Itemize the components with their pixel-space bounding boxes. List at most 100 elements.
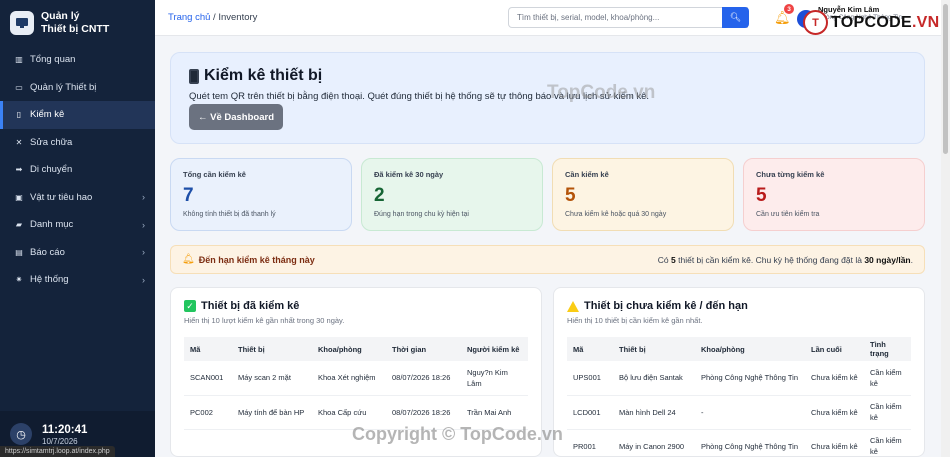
cell-status: Cần kiểm kê — [864, 395, 911, 430]
sidebar-item-di-chuyen[interactable]: ➡ Di chuyển — [0, 156, 155, 184]
breadcrumb-home-link[interactable]: Trang chủ — [168, 12, 210, 23]
card-title-text: Thiết bị chưa kiểm kê / đến hạn — [584, 300, 748, 312]
cell-status: Cần kiểm kê — [864, 429, 911, 456]
clock-icon: ◷ — [10, 423, 32, 445]
wrench-icon: ✕ — [15, 137, 23, 147]
cell-last: Chưa kiểm kê — [805, 361, 864, 396]
cell-code: LCD001 — [567, 395, 613, 430]
card-title: Thiết bị chưa kiểm kê / đến hạn — [567, 300, 911, 312]
sidebar-item-label: Vật tư tiêu hao — [30, 191, 93, 203]
stat-label: Chưa từng kiểm kê — [756, 170, 825, 179]
cell-code: PC002 — [184, 395, 232, 430]
clock-date: 10/7/2026 — [42, 436, 78, 446]
cell-device: Màn hình Dell 24 — [613, 395, 695, 430]
column-header: Khoa/phòng — [312, 337, 386, 361]
stat-note: Không tính thiết bị đã thanh lý — [183, 211, 276, 218]
stat-note: Cần ưu tiên kiểm tra — [756, 211, 820, 218]
sidebar-item-label: Hệ thống — [30, 274, 69, 286]
table-row[interactable]: SCAN001 Máy scan 2 mặt Khoa Xét nghiệm 0… — [184, 361, 528, 396]
breadcrumb-current: Inventory — [218, 12, 258, 23]
scrollbar-thumb[interactable] — [943, 4, 948, 154]
chevron-right-icon: › — [142, 247, 145, 258]
sidebar-item-sua-chua[interactable]: ✕ Sửa chữa — [0, 129, 155, 157]
box-icon: ▣ — [15, 192, 23, 202]
chevron-right-icon: › — [142, 219, 145, 230]
chart-icon: ▥ — [15, 55, 23, 65]
cell-last: Chưa kiểm kê — [805, 395, 864, 430]
stat-note: Đúng hạn trong chu kỳ hiện tại — [374, 211, 469, 218]
stat-value: 7 — [183, 185, 194, 206]
sidebar-item-bao-cao[interactable]: ▤ Báo cáo › — [0, 239, 155, 267]
cell-dept: Khoa Xét nghiệm — [312, 361, 386, 396]
column-header: Khoa/phòng — [695, 337, 805, 361]
column-header: Người kiểm kê — [461, 337, 528, 361]
column-header: Mã — [567, 337, 613, 361]
cell-checker: Nguy?n Kim Lâm — [461, 361, 528, 396]
sidebar-item-he-thong[interactable]: ✷ Hệ thống › — [0, 266, 155, 294]
table-row[interactable]: LCD001 Màn hình Dell 24 - Chưa kiểm kê C… — [567, 395, 911, 430]
alert-msg-part: . — [910, 254, 913, 265]
sidebar-item-label: Quản lý Thiết bị — [30, 81, 97, 93]
cell-dept: - — [695, 395, 805, 430]
watermark-logo-text-b: .VN — [911, 13, 940, 31]
stat-value: 5 — [756, 185, 767, 206]
cell-device: Bộ lưu điện Santak — [613, 361, 695, 396]
back-to-dashboard-button[interactable]: ← Về Dashboard — [189, 104, 283, 130]
table-row[interactable]: PR001 Máy in Canon 2900 Phòng Công Nghệ … — [567, 429, 911, 456]
column-header: Thiết bị — [613, 337, 695, 361]
arrow-right-icon: ➡ — [15, 165, 23, 175]
monitor-icon: ▭ — [15, 82, 23, 92]
brand-logo-icon — [10, 11, 34, 35]
sidebar-item-label: Danh mục — [30, 219, 74, 231]
card-subtitle: Hiển thị 10 thiết bị cần kiểm kê gần nhấ… — [567, 316, 703, 325]
breadcrumb: Trang chủ / Inventory — [168, 12, 257, 23]
brand-title-line2: Thiết bị CNTT — [41, 23, 110, 35]
cell-time: 08/07/2026 18:26 — [386, 361, 461, 396]
stat-card-total: Tổng cần kiểm kê 7 Không tính thiết bị đ… — [170, 158, 352, 231]
sidebar-item-kiem-ke[interactable]: ▯ Kiểm kê — [0, 101, 155, 129]
sidebar-item-danh-muc[interactable]: ▰ Danh mục › — [0, 211, 155, 239]
pending-devices-table: Mã Thiết bị Khoa/phòng Lần cuối Tình trạ… — [567, 337, 911, 456]
table-row[interactable]: UPS001 Bộ lưu điện Santak Phòng Công Ngh… — [567, 361, 911, 396]
phone-icon — [189, 68, 199, 84]
stat-value: 2 — [374, 185, 385, 206]
brand[interactable]: Quản lý Thiết bị CNTT — [0, 0, 155, 46]
pending-devices-card: Thiết bị chưa kiểm kê / đến hạn Hiển thị… — [553, 287, 925, 457]
sidebar-item-tong-quan[interactable]: ▥ Tổng quan — [0, 46, 155, 74]
search-button[interactable]: 🔍︎ — [722, 7, 749, 28]
report-icon: ▤ — [15, 247, 23, 257]
cell-dept: Phòng Công Nghệ Thông Tin — [695, 361, 805, 396]
sidebar-item-label: Sửa chữa — [30, 136, 73, 148]
cell-device: Máy in Canon 2900 — [613, 429, 695, 456]
stat-label: Đã kiểm kê 30 ngày — [374, 170, 444, 179]
gear-icon: ✷ — [15, 275, 23, 285]
watermark-logo: T TOPCODE.VN — [803, 10, 940, 35]
watermark-logo-text-a: TOPCODE — [831, 13, 912, 31]
bell-icon: 🔔︎ — [182, 254, 195, 265]
phone-icon: ▯ — [16, 110, 22, 120]
stat-note: Chưa kiểm kê hoặc quá 30 ngày — [565, 211, 667, 218]
watermark-copyright: Copyright © TopCode.vn — [352, 424, 563, 444]
stat-card-checked: Đã kiểm kê 30 ngày 2 Đúng hạn trong chu … — [361, 158, 543, 231]
folder-icon: ▰ — [15, 220, 23, 230]
cell-status: Cần kiểm kê — [864, 361, 911, 396]
card-subtitle: Hiển thị 10 lượt kiểm kê gần nhất trong … — [184, 316, 345, 325]
sidebar-item-quan-ly-thiet-bi[interactable]: ▭ Quản lý Thiết bị — [0, 74, 155, 102]
notification-badge: 3 — [784, 4, 794, 14]
cell-code: UPS001 — [567, 361, 613, 396]
status-url: https://simtamtrj.loop.at/index.php — [0, 446, 115, 457]
chevron-right-icon: › — [142, 192, 145, 203]
clock-time: 11:20:41 — [42, 423, 88, 436]
sidebar-item-vat-tu-tieu-hao[interactable]: ▣ Vật tư tiêu hao › — [0, 184, 155, 212]
stat-value: 5 — [565, 185, 576, 206]
search-input[interactable]: Tìm thiết bị, serial, model, khoa/phòng.… — [508, 7, 748, 28]
column-header: Mã — [184, 337, 232, 361]
column-header: Thiết bị — [232, 337, 312, 361]
alert-message: Có 5 thiết bị cần kiểm kê. Chu kỳ hệ thố… — [658, 255, 913, 265]
check-icon: ✓ — [184, 300, 196, 312]
card-title-text: Thiết bị đã kiểm kê — [201, 300, 300, 312]
sidebar-item-label: Báo cáo — [30, 246, 65, 258]
alert-msg-part: thiết bị cần kiểm kê. Chu kỳ hệ thống đa… — [675, 254, 865, 265]
alert-msg-part: Có — [657, 254, 672, 265]
stat-label: Cần kiểm kê — [565, 170, 609, 179]
